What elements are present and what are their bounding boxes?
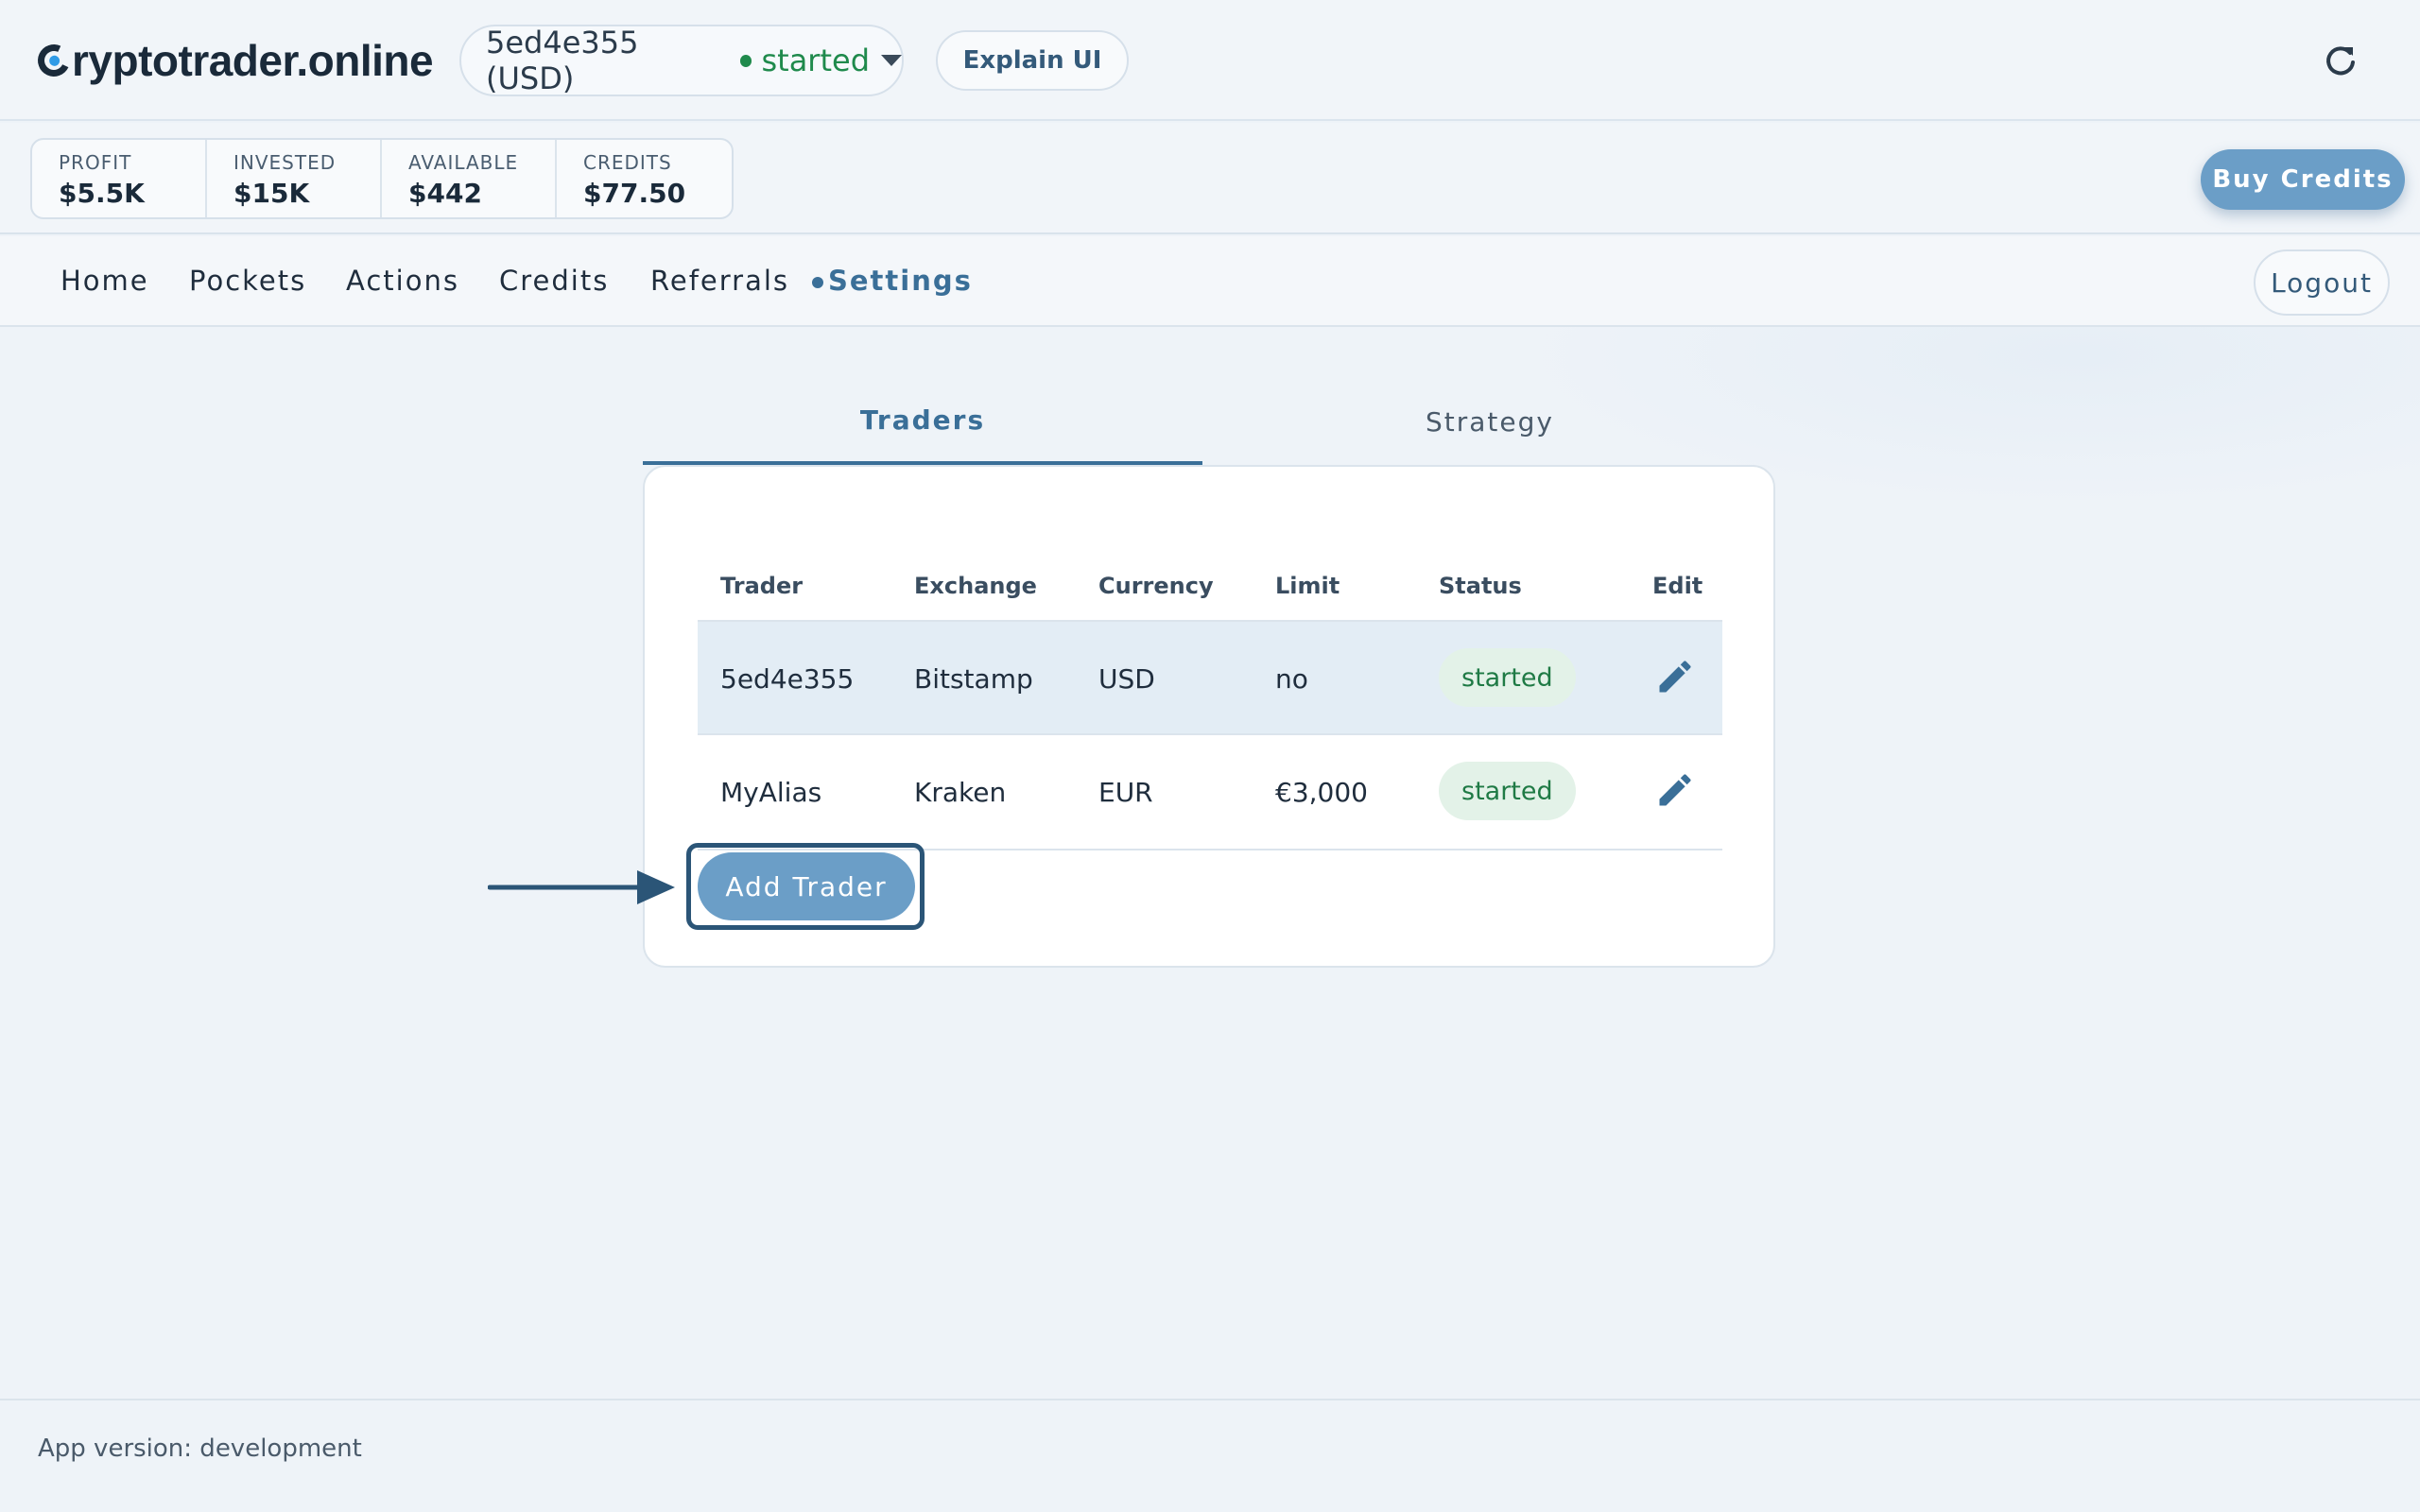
- trader-selector-dropdown[interactable]: 5ed4e355 (USD) started: [459, 25, 904, 96]
- status-badge: started: [1439, 762, 1576, 820]
- app-logo[interactable]: ryptotrader.online: [33, 34, 434, 87]
- cell-currency: EUR: [1098, 777, 1153, 808]
- pencil-icon[interactable]: [1654, 769, 1696, 811]
- stats-summary: PROFIT $5.5K INVESTED $15K AVAILABLE $44…: [30, 138, 734, 219]
- nav-item-pockets[interactable]: Pockets: [189, 265, 306, 297]
- nav-item-home[interactable]: Home: [60, 265, 149, 297]
- pointer-arrow-icon: [488, 870, 675, 904]
- stat-profit: PROFIT $5.5K: [32, 140, 207, 217]
- status-badge: started: [1439, 648, 1576, 707]
- app-header: ryptotrader.online 5ed4e355 (USD) starte…: [0, 0, 2420, 121]
- column-header-exchange: Exchange: [914, 573, 1037, 599]
- column-header-edit: Edit: [1652, 573, 1703, 599]
- column-header-trader: Trader: [720, 573, 804, 599]
- stat-label: PROFIT: [59, 151, 132, 174]
- stat-label: AVAILABLE: [408, 151, 519, 174]
- cell-currency: USD: [1098, 663, 1155, 695]
- logo-c-icon: [33, 40, 75, 81]
- cell-exchange: Bitstamp: [914, 663, 1033, 695]
- stat-invested: INVESTED $15K: [207, 140, 382, 217]
- trader-selector-status: started: [761, 43, 870, 78]
- stat-credits: CREDITS $77.50: [557, 140, 732, 217]
- column-header-status: Status: [1439, 573, 1522, 599]
- add-trader-button[interactable]: Add Trader: [698, 852, 915, 920]
- logo-text: ryptotrader.online: [72, 36, 434, 85]
- stat-value: $15K: [233, 178, 310, 209]
- stat-label: INVESTED: [233, 151, 337, 174]
- column-header-limit: Limit: [1275, 573, 1340, 599]
- cell-trader: MyAlias: [720, 777, 822, 808]
- tab-traders[interactable]: Traders: [643, 378, 1202, 465]
- buy-credits-button[interactable]: Buy Credits: [2201, 149, 2405, 210]
- nav-item-actions[interactable]: Actions: [346, 265, 459, 297]
- logout-button[interactable]: Logout: [2254, 249, 2390, 316]
- stats-bar: PROFIT $5.5K INVESTED $15K AVAILABLE $44…: [0, 123, 2420, 234]
- cell-trader: 5ed4e355: [720, 663, 855, 695]
- trader-selector-label: 5ed4e355 (USD): [486, 25, 639, 96]
- main-nav: Home Pockets Actions Credits Referrals S…: [0, 236, 2420, 327]
- cell-exchange: Kraken: [914, 777, 1007, 808]
- column-header-currency: Currency: [1098, 573, 1214, 599]
- explain-ui-button[interactable]: Explain UI: [936, 30, 1129, 91]
- refresh-icon[interactable]: [2322, 42, 2360, 79]
- stat-available: AVAILABLE $442: [382, 140, 557, 217]
- pencil-icon[interactable]: [1654, 656, 1696, 697]
- nav-item-settings[interactable]: Settings: [828, 265, 973, 297]
- stat-value: $442: [408, 178, 482, 209]
- active-indicator-dot: [812, 277, 823, 288]
- nav-item-referrals[interactable]: Referrals: [650, 265, 789, 297]
- table-row[interactable]: MyAlias Kraken EUR €3,000 started: [698, 735, 1722, 850]
- chevron-down-icon: [881, 55, 902, 66]
- nav-item-credits[interactable]: Credits: [499, 265, 609, 297]
- status-dot-icon: [739, 54, 752, 67]
- stat-value: $77.50: [583, 178, 686, 209]
- app-footer: App version: development: [0, 1399, 2420, 1512]
- stat-value: $5.5K: [59, 178, 145, 209]
- cell-limit: no: [1275, 663, 1308, 695]
- app-version-text: App version: development: [38, 1435, 362, 1463]
- table-row[interactable]: 5ed4e355 Bitstamp USD no started: [698, 620, 1722, 735]
- cell-limit: €3,000: [1275, 777, 1368, 808]
- tab-strategy[interactable]: Strategy: [1210, 378, 1770, 465]
- stat-label: CREDITS: [583, 151, 672, 174]
